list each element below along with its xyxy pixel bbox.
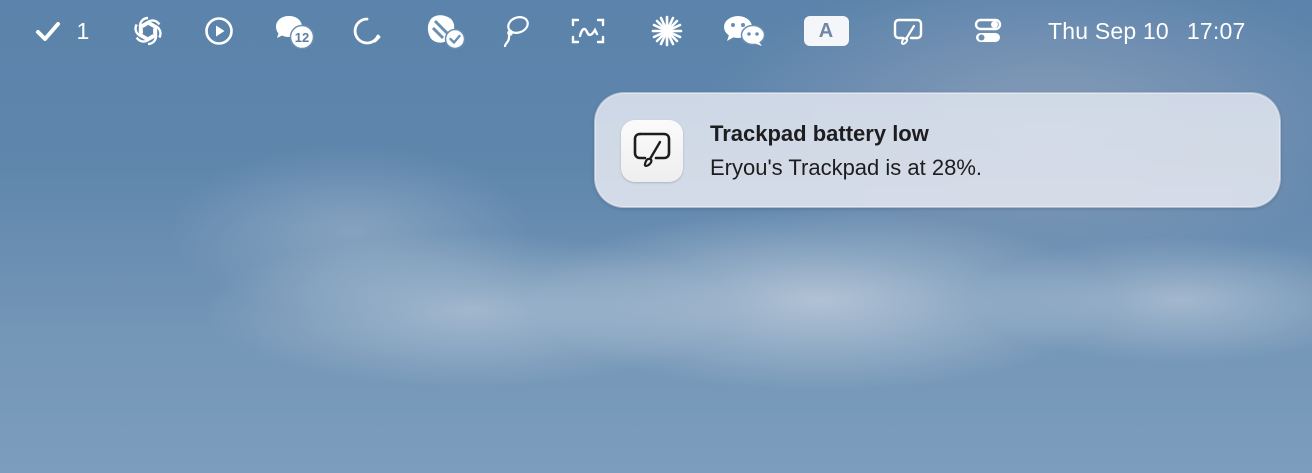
media-player-item[interactable] — [200, 0, 238, 62]
openai-menu-item[interactable] — [128, 0, 168, 62]
control-center-icon — [973, 16, 1003, 46]
sparkle-star-icon — [650, 14, 684, 48]
input-source-letter: A — [818, 19, 834, 42]
lasso-icon — [501, 14, 531, 48]
tasks-count: 1 — [76, 17, 90, 44]
wechat-menu-item[interactable] — [720, 0, 768, 62]
loading-circle-icon — [351, 15, 383, 47]
trackpad-icon — [891, 15, 925, 47]
wechat-icon — [722, 14, 766, 48]
ai-assistant-item[interactable] — [647, 0, 687, 62]
menu-time: 17:07 — [1186, 17, 1246, 44]
lasso-tool-item[interactable] — [498, 0, 534, 62]
menu-bar: 1 12 A Thu Sep 10 17:07 — [0, 0, 1312, 62]
sync-status-item[interactable] — [347, 0, 387, 62]
screen-scan-icon — [570, 16, 606, 46]
bee-badge-icon — [425, 11, 467, 51]
input-source-icon: A — [803, 16, 849, 46]
messages-menu-item[interactable]: 12 — [270, 0, 318, 62]
openai-icon — [131, 14, 165, 48]
notification-body: Eryou's Trackpad is at 28%. — [710, 155, 982, 180]
menu-date: Thu Sep 10 — [1048, 17, 1169, 44]
input-source-item[interactable]: A — [802, 0, 850, 62]
screen-capture-item[interactable] — [568, 0, 608, 62]
control-center-item[interactable] — [968, 0, 1008, 62]
chat-badge-count: 12 — [294, 30, 310, 45]
notification-app-icon — [621, 120, 683, 182]
tasks-status-item[interactable]: 1 — [30, 0, 94, 62]
trackpad-status-item[interactable] — [888, 0, 928, 62]
play-circle-icon — [204, 16, 234, 46]
clock-item[interactable]: Thu Sep 10 17:07 — [1040, 0, 1280, 62]
checkmark-icon — [35, 20, 61, 42]
notification-banner[interactable]: Trackpad battery low Eryou's Trackpad is… — [594, 92, 1281, 208]
bee-app-item[interactable] — [424, 0, 468, 62]
chat-bubbles-icon: 12 — [272, 13, 316, 49]
notification-title: Trackpad battery low — [710, 121, 929, 146]
trackpad-icon — [629, 127, 675, 176]
